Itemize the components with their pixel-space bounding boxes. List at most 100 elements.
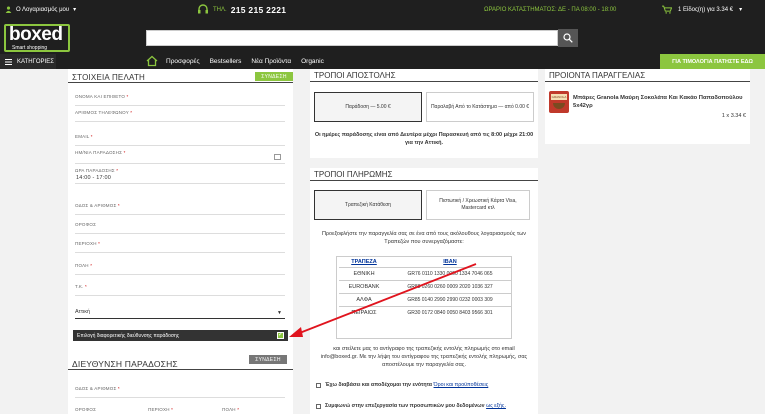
floor-field[interactable]: ΟΡΟΦΟΣ (75, 222, 285, 234)
payment-title: ΤΡΟΠΟΙ ΠΛΗΡΩΜΗΣ (314, 170, 393, 179)
delivery-area-field[interactable]: ΠΕΡΙΟΧΗ * (148, 407, 218, 414)
required-mark: * (117, 386, 120, 391)
order-products-panel: ΠΡΟΙΟΝΤΑ ΠΑΡΑΓΓΕΛΙΑΣ GRANOLA Μπάρες Gran… (545, 69, 750, 144)
delivery-floor-field[interactable]: ΟΡΟΦΟΣ (75, 407, 135, 414)
search-icon (563, 33, 573, 43)
nav-link-new-products[interactable]: Νέα Προϊόντα (251, 58, 291, 65)
terms-checkbox[interactable] (316, 382, 321, 388)
headset-icon (198, 4, 208, 14)
calendar-icon[interactable] (274, 154, 281, 160)
boxed-logo[interactable]: boxed Smart shopping (4, 24, 70, 52)
cart-icon (662, 5, 672, 14)
required-mark: * (98, 241, 101, 246)
logo-word: boxed (9, 24, 63, 45)
checkout-middle: ΤΡΟΠΟΙ ΑΠΟΣΤΟΛΗΣ Παράδοση — 5.00 € Παραλ… (310, 69, 538, 414)
city-field[interactable]: ΠΟΛΗ * (75, 263, 285, 275)
payment-option-card[interactable]: Πιστωτική / Χρεωστική Κάρτα Visa, Master… (426, 190, 530, 220)
bank-accounts-table: ΤΡΑΠΕΖΑ IBAN ΕΘΝΙΚΗ GR76 0110 1330 0000 1… (336, 256, 512, 339)
privacy-checkbox[interactable] (316, 403, 321, 409)
name-field[interactable]: ΟΝΟΜΑ ΚΑΙ ΕΠΙΘΕΤΟ * (75, 94, 285, 106)
field-label: ΟΡΟΦΟΣ (75, 222, 97, 227)
payment-outro: και στείλετε μας το αντίγραφο της τραπεζ… (320, 346, 528, 368)
customer-title: ΣΤΟΙΧΕΙΑ ΠΕΛΑΤΗ (72, 73, 146, 82)
area-field[interactable]: ΠΕΡΙΟΧΗ * (75, 241, 285, 253)
required-mark: * (123, 150, 126, 155)
field-label: ΠΕΡΙΟΧΗ (148, 407, 170, 412)
home-icon (146, 55, 158, 67)
nav-link-organic[interactable]: Organic (301, 58, 324, 65)
product-image[interactable]: GRANOLA (549, 91, 569, 113)
delivery-time-value: 14:00 - 17:00 (76, 175, 112, 181)
privacy-link[interactable]: ως εξής. (486, 403, 506, 409)
iban-column-header: IBAN (389, 257, 511, 267)
shipping-card: ΤΡΟΠΟΙ ΑΠΟΣΤΟΛΗΣ Παράδοση — 5.00 € Παραλ… (310, 69, 538, 158)
delivery-street-field[interactable]: ΟΔΟΣ & ΑΡΙΘΜΟΣ * (75, 386, 285, 398)
delivery-city-field[interactable]: ΠΟΛΗ * (222, 407, 282, 414)
search-button[interactable] (558, 29, 578, 47)
product-name[interactable]: Μπάρες Granola Μαύρη Σοκολάτα Και Κακάο … (573, 94, 743, 110)
privacy-label: Συμφωνώ στην επεξεργασία των προσωπικών … (325, 403, 485, 409)
delivery-time-field[interactable]: ΩΡΑ ΠΑΡΑΔΟΣΗΣ * 14:00 - 17:00 (75, 168, 285, 184)
chevron-down-icon: ▼ (277, 310, 282, 316)
terms-label: Έχω διαβάσει και αποδέχομαι την ενότητα (325, 382, 433, 388)
bank-name: ΑΛΦΑ (339, 292, 389, 306)
field-label: Τ.Κ. (75, 284, 84, 289)
required-mark: * (90, 263, 93, 268)
street-field[interactable]: ΟΔΟΣ & ΑΡΙΘΜΟΣ * (75, 203, 285, 215)
bank-name: EUROBANK (339, 279, 389, 293)
field-label: ΟΔΟΣ & ΑΡΙΘΜΟΣ (75, 203, 117, 208)
delivery-date-field[interactable]: ΗΜ/ΝΙΑ ΠΑΡΑΔΟΣΗΣ * (75, 150, 285, 164)
required-mark: * (90, 134, 93, 139)
alt-address-toggle[interactable]: Επιλογή διαφορετικής διεύθυνσης παράδοση… (73, 330, 288, 341)
account-label: Ο Λογαριασμός μου (16, 6, 70, 13)
account-link[interactable]: Ο Λογαριασμός μου ▾ (5, 6, 76, 13)
terms-link[interactable]: Όροι και προϋποθέσεις (434, 382, 489, 388)
nav-link-offers[interactable]: Προσφορές (166, 58, 200, 65)
field-label: ΩΡΑ ΠΑΡΑΔΟΣΗΣ (75, 168, 115, 173)
payment-option-bank-transfer[interactable]: Τραπεζική Κατάθεση (314, 190, 422, 220)
bank-iban: GR88 0260 0260 0009 2020 1036 327 (389, 279, 511, 293)
field-label: ΠΟΛΗ (222, 407, 236, 412)
categories-label: ΚΑΤΗΓΟΡΙΕΣ (17, 58, 54, 65)
terms-checkbox-row[interactable]: Έχω διαβάσει και αποδέχομαι την ενότητα … (316, 382, 488, 388)
bank-iban: GR85 0140 2990 2990 0232 0003 309 (389, 292, 511, 306)
payment-card: ΤΡΟΠΟΙ ΠΛΗΡΩΜΗΣ Τραπεζική Κατάθεση Πιστω… (310, 168, 538, 414)
field-label: ΠΟΛΗ (75, 263, 89, 268)
shipping-option-pickup[interactable]: Παραλαβή Από το Κατάστημα — από 0.00 € (426, 92, 534, 122)
alt-address-label: Επιλογή διαφορετικής διεύθυνσης παράδοση… (77, 332, 180, 339)
shipping-option-delivery[interactable]: Παράδοση — 5.00 € (314, 92, 422, 122)
customer-section-header: ΣΤΟΙΧΕΙΑ ΠΕΛΑΤΗ ΣΥΝΔΕΣΗ (68, 71, 293, 83)
shipping-title: ΤΡΟΠΟΙ ΑΠΟΣΤΟΛΗΣ (314, 71, 396, 80)
invoice-button[interactable]: ΓΙΑ ΤΙΜΟΛΟΓΙΑ ΠΑΤΗΣΤΕ ΕΔΩ (660, 54, 765, 69)
delivery-address-title: ΔΙΕΥΘΥΝΣΗ ΠΑΡΑΔΟΣΗΣ (72, 359, 178, 369)
chevron-down-icon: ▾ (739, 7, 743, 13)
bank-name: ΕΘΝΙΚΗ (339, 266, 389, 280)
table-row: ΠΕΙΡΑΙΩΣ GR30 0172 0840 0050 8403 9566 30… (339, 305, 511, 319)
search-input[interactable] (146, 30, 558, 46)
alt-address-checkbox[interactable]: ✓ (277, 332, 284, 339)
table-row: ΕΘΝΙΚΗ GR76 0110 1330 0000 1334 7046 065 (339, 266, 511, 280)
required-mark: * (126, 94, 129, 99)
categories-button[interactable]: ΚΑΤΗΓΟΡΙΕΣ (0, 54, 56, 69)
postcode-field[interactable]: Τ.Κ. * (75, 284, 285, 296)
payment-intro: Προεξοφλήστε την παραγγελία σας σε ένα α… (321, 231, 527, 245)
table-row: ΑΛΦΑ GR85 0140 2990 2990 0232 0003 309 (339, 292, 511, 306)
login-button[interactable]: ΣΥΝΔΕΣΗ (255, 72, 293, 81)
privacy-checkbox-row[interactable]: Συμφωνώ στην επεξεργασία των προσωπικών … (316, 403, 506, 409)
home-link[interactable] (146, 55, 158, 69)
cart-summary[interactable]: 1 Είδος(η) για 3.34 € ▾ (662, 5, 742, 14)
phone-label: ΤΗΛ. (213, 7, 227, 13)
field-label: EMAIL (75, 134, 90, 139)
region-select[interactable]: Αττική ▼ (75, 309, 285, 319)
field-label: ΑΡΙΘΜΟΣ ΤΗΛΕΦΩΝΟΥ (75, 110, 129, 115)
main-nav: ΚΑΤΗΓΟΡΙΕΣ Προσφορές Bestsellers Νέα Προ… (0, 54, 765, 69)
email-field[interactable]: EMAIL * (75, 134, 285, 146)
customer-details-panel: ΣΤΟΙΧΕΙΑ ΠΕΛΑΤΗ ΣΥΝΔΕΣΗ ΟΝΟΜΑ ΚΑΙ ΕΠΙΘΕΤ… (68, 69, 293, 414)
field-label: ΠΕΡΙΟΧΗ (75, 241, 97, 246)
phone-field[interactable]: ΑΡΙΘΜΟΣ ΤΗΛΕΦΩΝΟΥ * (75, 110, 285, 122)
phone-info[interactable]: ΤΗΛ. 215 215 2221 (197, 4, 286, 16)
field-label: ΗΜ/ΝΙΑ ΠΑΡΑΔΟΣΗΣ (75, 150, 123, 155)
delivery-login-button[interactable]: ΣΥΝΔΕΣΗ (249, 355, 287, 364)
nav-link-bestsellers[interactable]: Bestsellers (210, 58, 242, 65)
user-icon (5, 6, 12, 13)
